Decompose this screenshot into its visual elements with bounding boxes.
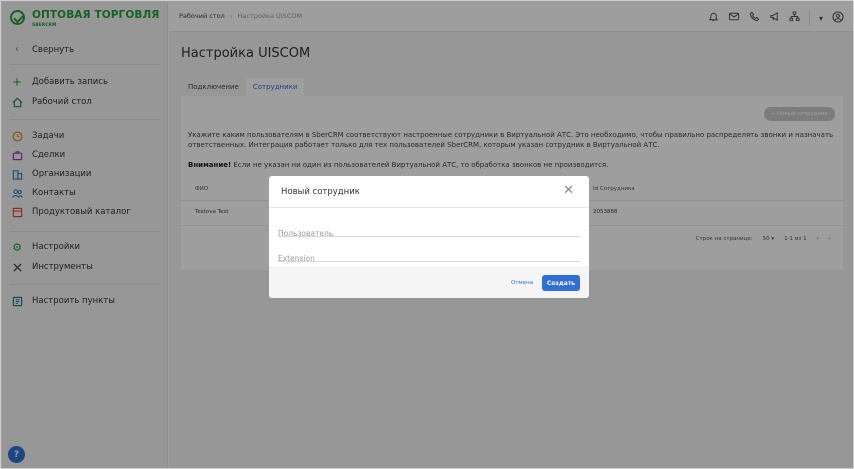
app-window: ОПТОВАЯ ТОРГОВЛЯ SBERCRM ‹ Свернуть + До… xyxy=(0,0,854,469)
close-icon[interactable]: ✕ xyxy=(563,184,574,197)
cancel-button[interactable]: Отмена xyxy=(511,280,533,286)
new-employee-dialog: Новый сотрудник ✕ Отмена Создать xyxy=(269,176,589,298)
dialog-title: Новый сотрудник xyxy=(281,187,360,197)
dialog-footer: Отмена Создать xyxy=(269,267,589,298)
create-button[interactable]: Создать xyxy=(542,275,580,291)
dialog-header: Новый сотрудник ✕ xyxy=(269,176,589,208)
extension-field[interactable] xyxy=(278,246,580,266)
user-input[interactable] xyxy=(278,226,580,241)
extension-input[interactable] xyxy=(278,251,580,266)
user-field[interactable] xyxy=(278,221,580,241)
